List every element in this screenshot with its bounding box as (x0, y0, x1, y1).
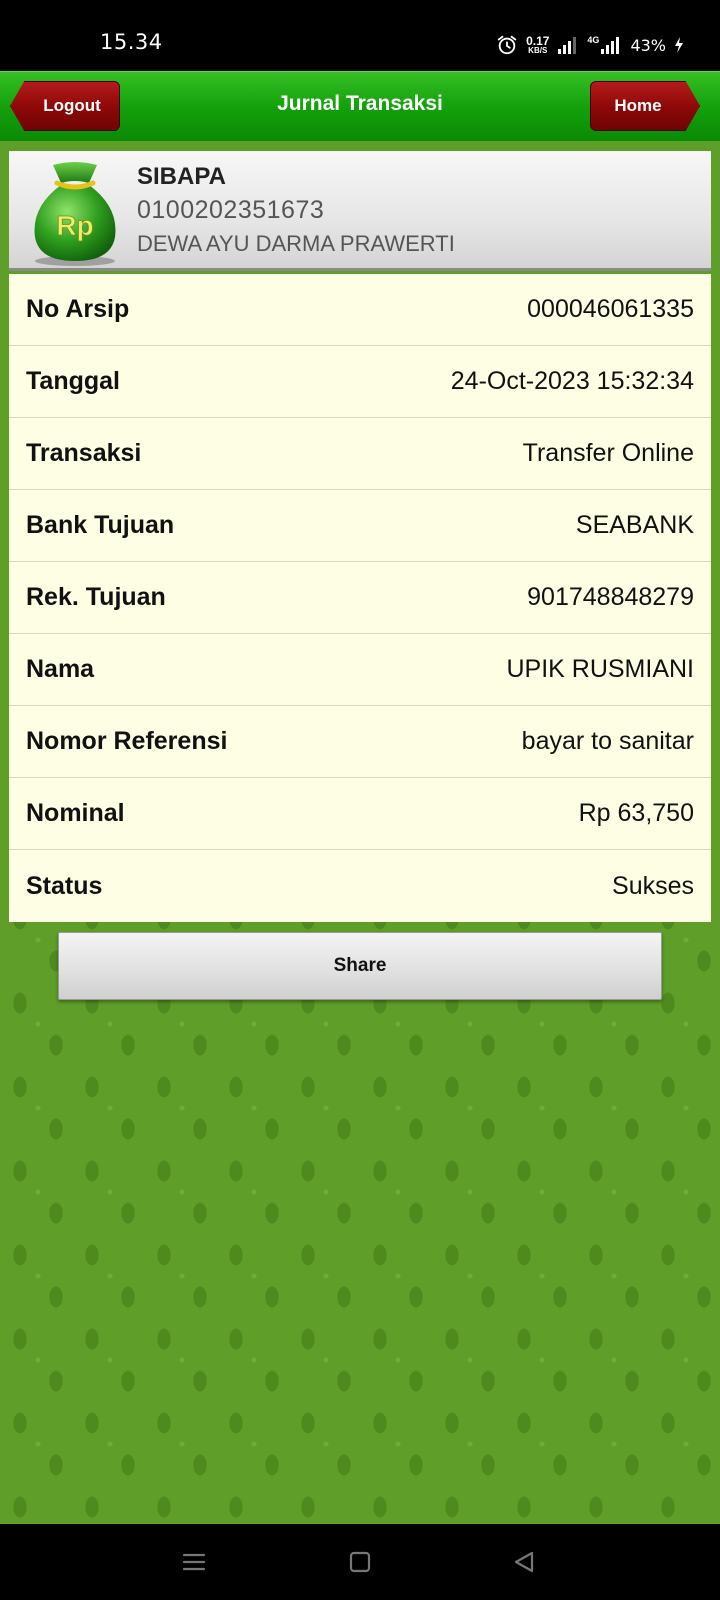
detail-row-nama: Nama UPIK RUSMIANI (9, 634, 711, 706)
detail-label: Nama (26, 655, 95, 683)
detail-row-transaksi: Transaksi Transfer Online (9, 418, 711, 490)
detail-label: No Arsip (26, 295, 130, 323)
detail-label: Nomor Referensi (26, 727, 228, 755)
transaction-details-table: No Arsip 000046061335 Tanggal 24-Oct-202… (9, 274, 711, 922)
account-number: 0100202351673 (137, 196, 325, 224)
rp-symbol: Rp (56, 210, 93, 241)
detail-row-tanggal: Tanggal 24-Oct-2023 15:32:34 (9, 346, 711, 418)
signal-4g-icon (601, 37, 620, 54)
signal-4g: 4G (587, 35, 622, 55)
money-bag-icon: Rp (34, 162, 116, 266)
detail-label: Status (26, 871, 103, 900)
detail-label: Tanggal (26, 367, 120, 395)
detail-value: 000046061335 (527, 295, 694, 323)
status-icons: 0.17 KB/S 4G 43% (496, 30, 684, 60)
net-speed: 0.17 KB/S (526, 35, 549, 55)
detail-value: Transfer Online (522, 439, 694, 467)
detail-label: Nominal (26, 799, 125, 827)
detail-value: bayar to sanitar (521, 727, 694, 755)
back-icon[interactable] (510, 1548, 538, 1576)
signal-icon (558, 37, 577, 54)
share-button[interactable]: Share (58, 932, 662, 1000)
home-nav-icon[interactable] (346, 1548, 374, 1576)
detail-row-no-arsip: No Arsip 000046061335 (9, 274, 711, 346)
system-nav-bar (0, 1524, 720, 1600)
status-time: 15.34 (100, 30, 163, 54)
detail-value: 24-Oct-2023 15:32:34 (450, 367, 694, 395)
charging-icon (675, 37, 683, 53)
detail-row-rek-tujuan: Rek. Tujuan 901748848279 (9, 562, 711, 634)
detail-label: Bank Tujuan (26, 511, 175, 539)
status-bar: 15.34 0.17 KB/S 4G 43% (0, 0, 720, 71)
home-button[interactable]: Home (590, 81, 700, 131)
battery-percent: 43% (630, 35, 666, 55)
detail-label: Transaksi (26, 439, 142, 467)
network-type: 4G (587, 35, 600, 45)
recent-apps-icon[interactable] (180, 1548, 208, 1576)
detail-row-status: Status Sukses (9, 850, 711, 922)
detail-value: SEABANK (575, 511, 694, 539)
detail-row-nomor-referensi: Nomor Referensi bayar to sanitar (9, 706, 711, 778)
detail-row-bank-tujuan: Bank Tujuan SEABANK (9, 490, 711, 562)
alarm-icon (497, 35, 517, 55)
detail-row-nominal: Nominal Rp 63,750 (9, 778, 711, 850)
detail-label: Rek. Tujuan (26, 583, 166, 611)
detail-value: Rp 63,750 (578, 799, 694, 827)
detail-value: Sukses (612, 871, 694, 900)
app-header: Logout Jurnal Transaksi Home (0, 71, 720, 141)
net-speed-unit: KB/S (528, 46, 548, 55)
account-holder-name: DEWA AYU DARMA PRAWERTI (137, 231, 455, 256)
detail-value: 901748848279 (527, 583, 694, 611)
detail-value: UPIK RUSMIANI (506, 655, 694, 683)
account-card: Rp SIBAPA 0100202351673 DEWA AYU DARMA P… (9, 151, 711, 271)
account-app-name: SIBAPA (137, 163, 226, 190)
